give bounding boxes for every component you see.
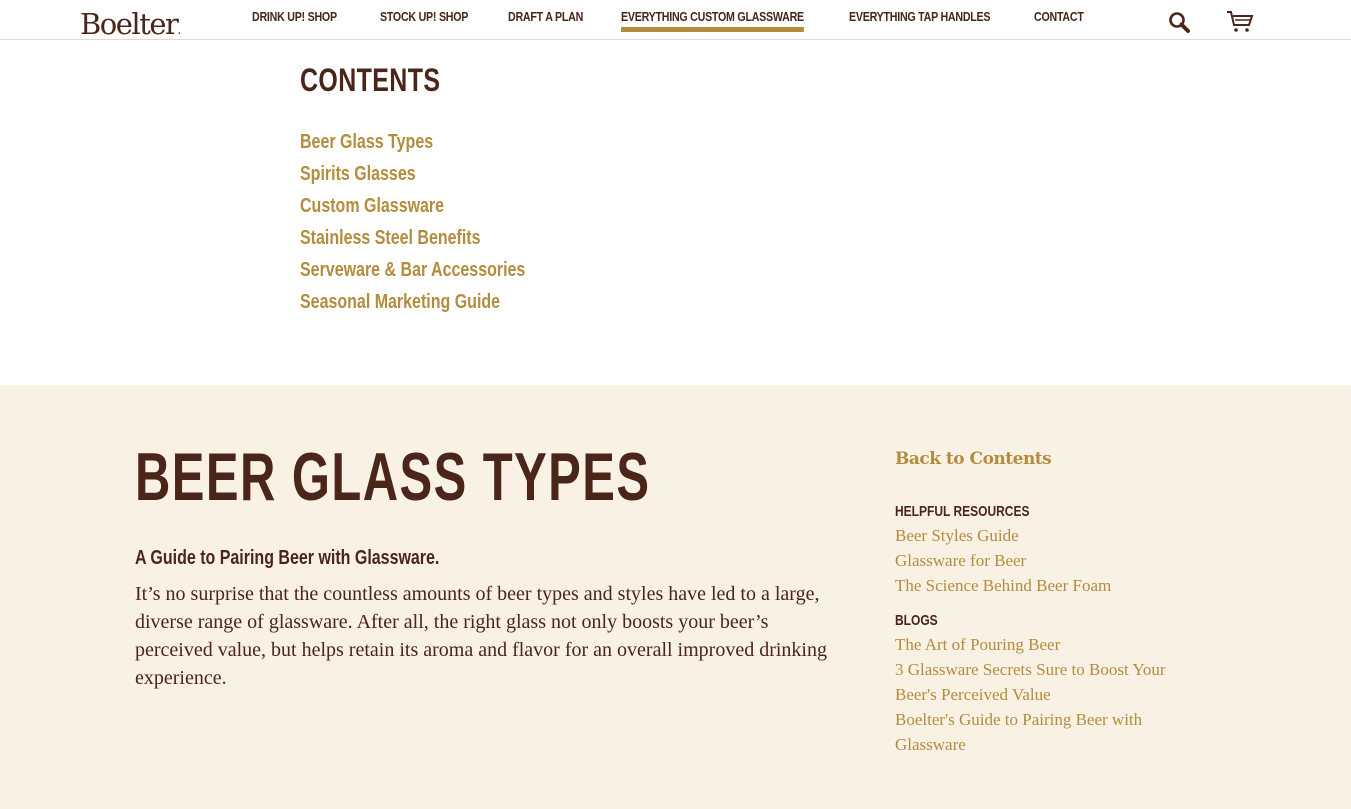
cart-icon[interactable]: [1226, 10, 1254, 39]
blog-link[interactable]: The Art of Pouring Beer: [895, 635, 1060, 654]
contents-link-stainless-steel-benefits[interactable]: Stainless Steel Benefits: [300, 222, 481, 254]
boelter-logo[interactable]: Boelter.: [80, 7, 181, 47]
helpful-resources-heading: HELPFUL RESOURCES: [895, 503, 1030, 520]
nav-everything-tap-handles[interactable]: EVERYTHING TAP HANDLES: [849, 9, 991, 24]
blog-link[interactable]: 3 Glassware Secrets Sure to Boost Your B…: [895, 660, 1166, 704]
nav-draft-a-plan[interactable]: DRAFT A PLAN: [508, 9, 583, 24]
contents-link-custom-glassware[interactable]: Custom Glassware: [300, 190, 444, 222]
section-title: BEER GLASS TYPES: [135, 439, 651, 515]
blog-link[interactable]: Boelter's Guide to Pairing Beer with Gla…: [895, 710, 1142, 754]
nav-contact[interactable]: CONTACT: [1034, 9, 1084, 24]
section-body: It’s no surprise that the countless amou…: [135, 583, 827, 689]
contents-link-serveware-bar-accessories[interactable]: Serveware & Bar Accessories: [300, 254, 525, 286]
contents-link-spirits-glasses[interactable]: Spirits Glasses: [300, 158, 416, 190]
helpful-resources-list: Beer Styles Guide Glassware for Beer The…: [895, 523, 1195, 598]
blogs-heading: BLOGS: [895, 612, 938, 629]
contents-link-beer-glass-types[interactable]: Beer Glass Types: [300, 126, 433, 158]
search-icon[interactable]: [1168, 11, 1192, 40]
contents-list: Beer Glass Types Spirits Glasses Custom …: [300, 126, 582, 318]
nav-drink-up-shop[interactable]: DRINK UP! SHOP: [252, 9, 337, 24]
beer-glass-types-section: BEER GLASS TYPES A Guide to Pairing Beer…: [0, 385, 1351, 809]
nav-everything-custom-glassware[interactable]: EVERYTHING CUSTOM GLASSWARE: [621, 9, 804, 32]
blogs-list: The Art of Pouring Beer 3 Glassware Secr…: [895, 632, 1195, 757]
contents-link-seasonal-marketing-guide[interactable]: Seasonal Marketing Guide: [300, 286, 500, 318]
nav-stock-up-shop[interactable]: STOCK UP! SHOP: [380, 9, 468, 24]
resource-link[interactable]: Glassware for Beer: [895, 551, 1026, 570]
sidebar: Back to Contents HELPFUL RESOURCES Beer …: [895, 445, 1195, 757]
logo-text: Boelter: [80, 7, 179, 41]
resource-link[interactable]: The Science Behind Beer Foam: [895, 576, 1111, 595]
site-header: Boelter. DRINK UP! SHOP STOCK UP! SHOP D…: [0, 0, 1351, 41]
back-to-contents-link[interactable]: Back to Contents: [895, 445, 1195, 473]
contents-section: CONTENTS Beer Glass Types Spirits Glasse…: [300, 60, 582, 318]
section-subtitle: A Guide to Pairing Beer with Glassware.: [135, 547, 440, 569]
contents-title: CONTENTS: [300, 62, 441, 98]
resource-link[interactable]: Beer Styles Guide: [895, 526, 1019, 545]
